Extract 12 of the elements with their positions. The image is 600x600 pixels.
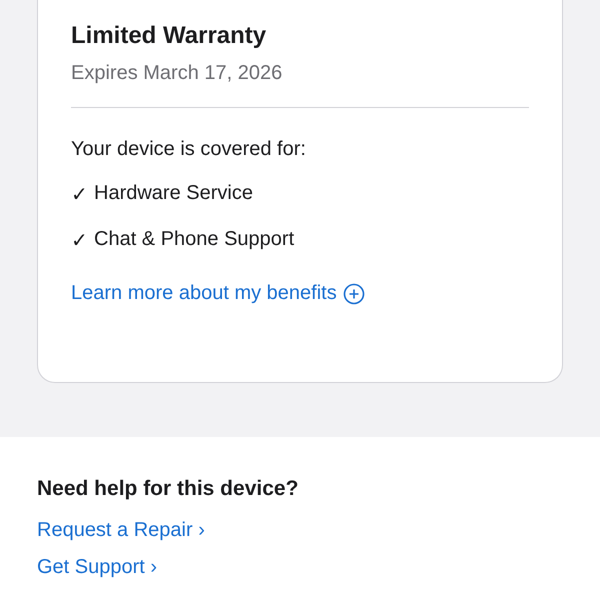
plus-circle-icon[interactable] (342, 282, 365, 304)
expiry-date: Expires March 17, 2026 (71, 62, 284, 85)
coverage-item: Hardware Service (94, 182, 253, 206)
help-heading: Need help for this device? (37, 477, 300, 501)
coverage-heading: Your device is covered for: (71, 138, 307, 161)
benefits-link[interactable]: Learn more about my benefits (71, 282, 337, 305)
coverage-item: Chat & Phone Support (94, 228, 294, 252)
card-title: Limited Warranty (71, 22, 268, 50)
check-mark: ✓ (71, 183, 88, 207)
help-link[interactable]: Get Support › (37, 556, 158, 579)
help-link[interactable]: Request a Repair › (37, 519, 205, 542)
check-mark: ✓ (71, 229, 88, 253)
